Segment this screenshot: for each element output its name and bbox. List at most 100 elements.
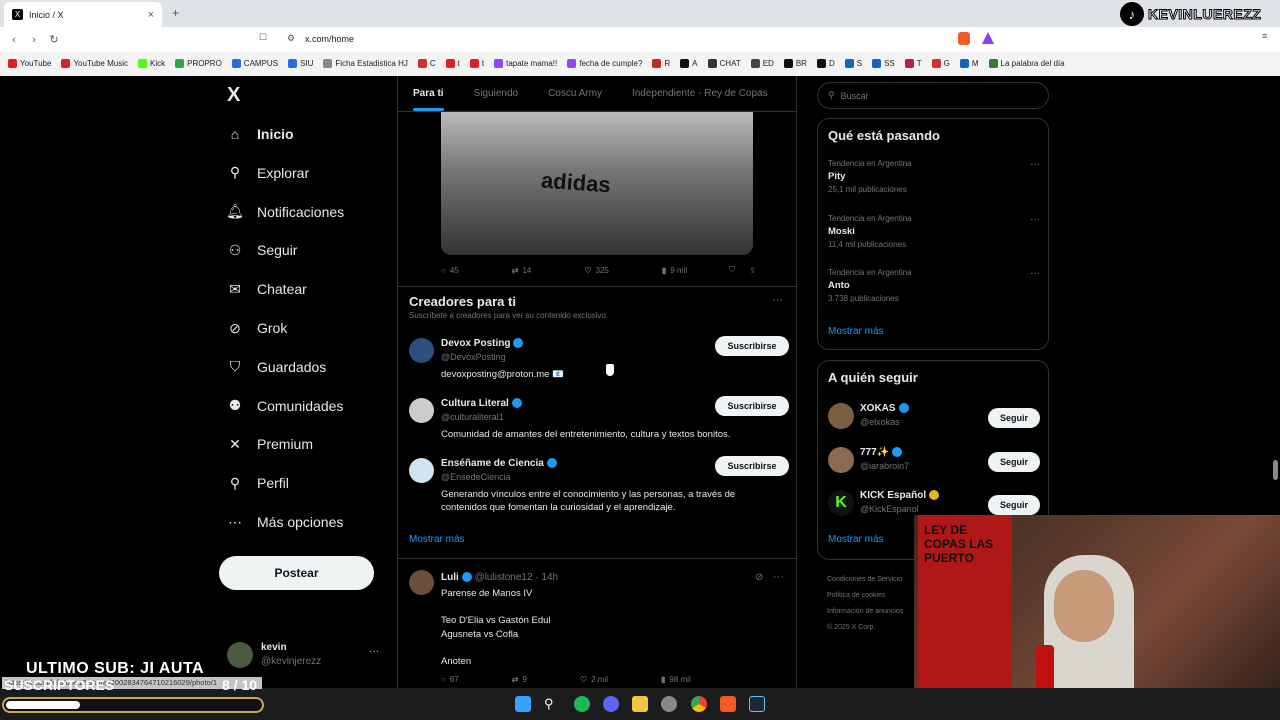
menu-icon[interactable]: ≡ xyxy=(1262,31,1267,41)
creator-name[interactable]: Devox Posting xyxy=(441,338,524,349)
follow-name[interactable]: KICK Español xyxy=(860,490,940,501)
nav-item-explorar[interactable]: ⚲ Explorar xyxy=(227,164,309,181)
tab-siguiendo[interactable]: Siguiendo xyxy=(474,88,518,99)
creator-item[interactable]: Cultura Literal @culturaliteral1 Comunidad… xyxy=(409,396,789,448)
trend-item[interactable]: Tendencia en Argentina Pity 25,1 mil publi… xyxy=(828,159,1040,194)
like-button[interactable]: ♡ 2 mil xyxy=(580,675,608,684)
scrollbar[interactable] xyxy=(1273,460,1278,480)
follow-button[interactable]: Seguir xyxy=(988,495,1040,515)
bookmark-item[interactable]: CHAT xyxy=(707,58,741,68)
bookmark-item[interactable]: CAMPUS xyxy=(231,58,278,68)
footer-link[interactable]: Condiciones de Servicio xyxy=(827,572,903,588)
bookmark-item[interactable]: D xyxy=(816,58,835,68)
nav-item-perfil[interactable]: ⚲ Perfil xyxy=(227,475,289,492)
bookmark-item[interactable]: S xyxy=(844,58,862,68)
folder-icon[interactable] xyxy=(632,696,648,712)
subscribe-button[interactable]: Suscribirse xyxy=(715,336,789,356)
bookmark-item[interactable]: A xyxy=(680,58,698,68)
subscribe-button[interactable]: Suscribirse xyxy=(715,396,789,416)
follow-button[interactable]: Seguir xyxy=(988,408,1040,428)
grok-icon[interactable]: ⊘ xyxy=(755,572,763,583)
bookmark-item[interactable]: fecha de cumple? xyxy=(567,58,642,68)
brave-icon[interactable] xyxy=(720,696,736,712)
tab-independiente[interactable]: Independiente - Rey de Copas xyxy=(632,88,768,99)
share-icon[interactable]: ⇪ xyxy=(749,265,756,275)
follow-show-more[interactable]: Mostrar más xyxy=(828,534,884,545)
nav-item-más-opciones[interactable]: ⋯ Más opciones xyxy=(227,514,343,531)
creator-name[interactable]: Enséñame de Ciencia xyxy=(441,458,557,469)
bookmark-page-icon[interactable]: ☐ xyxy=(259,32,267,43)
spotify-icon[interactable] xyxy=(574,696,590,712)
nav-item-guardados[interactable]: ⛉ Guardados xyxy=(227,358,327,375)
trend-item[interactable]: Tendencia en Argentina Moski 11,4 mil publ… xyxy=(828,214,1040,249)
views-button[interactable]: ▮ 9 mil xyxy=(662,265,687,275)
nav-item-comunidades[interactable]: ⚉ Comunidades xyxy=(227,397,344,414)
follow-button[interactable]: Seguir xyxy=(988,451,1040,472)
bookmark-item[interactable]: Ficha Estadistica HJ xyxy=(323,58,408,68)
follow-name[interactable]: XOKAS xyxy=(860,403,909,414)
forward-icon[interactable]: › xyxy=(24,34,44,46)
windows-start-icon[interactable] xyxy=(515,696,531,712)
bookmark-item[interactable]: PROPRO xyxy=(175,58,222,68)
back-icon[interactable]: ‹ xyxy=(4,34,24,46)
nav-item-grok[interactable]: ⊘ Grok xyxy=(227,320,287,337)
reply-button[interactable]: ○ 67 xyxy=(441,675,459,684)
trend-more-icon[interactable]: ··· xyxy=(1030,214,1040,225)
footer-link[interactable]: © 2025 X Corp. xyxy=(827,620,903,636)
bookmark-item[interactable]: T xyxy=(904,58,922,68)
site-info-icon[interactable]: ⚙ xyxy=(287,33,295,44)
search-icon[interactable]: ⚲ xyxy=(544,696,560,712)
follow-suggestion[interactable]: 777✨ @iarabroin7 Seguir xyxy=(828,446,1040,477)
subscribe-button[interactable]: Suscribirse xyxy=(715,456,789,476)
bookmark-item[interactable]: Kick xyxy=(138,58,165,68)
bookmark-item[interactable]: C xyxy=(417,58,436,68)
bookmark-item[interactable]: BR xyxy=(783,58,807,68)
browser-tab[interactable]: X Inicio / X × xyxy=(4,2,162,27)
reply-button[interactable]: ○ 45 xyxy=(441,265,459,275)
views-button[interactable]: ▮ 98 mil xyxy=(661,675,691,684)
bookmark-item[interactable]: YouTube Music xyxy=(61,58,128,68)
url-field[interactable]: x.com/home xyxy=(305,34,354,44)
repost-button[interactable]: ⇄ 9 xyxy=(512,675,527,684)
x-logo-icon[interactable]: X xyxy=(227,84,240,107)
trend-more-icon[interactable]: ··· xyxy=(1030,268,1040,279)
bookmark-item[interactable]: t xyxy=(445,58,460,68)
tab-coscu-army[interactable]: Coscu Army xyxy=(548,88,602,99)
settings-icon[interactable] xyxy=(661,696,677,712)
bookmark-item[interactable]: La palabra del día xyxy=(988,58,1065,68)
trend-more-icon[interactable]: ··· xyxy=(1030,159,1040,170)
tweet-image[interactable]: adidas xyxy=(441,112,753,255)
creator-name[interactable]: Cultura Literal xyxy=(441,398,522,409)
new-tab-button[interactable]: + xyxy=(172,6,179,20)
bookmark-item[interactable]: tapate mama!! xyxy=(494,58,557,68)
bookmark-item[interactable]: M xyxy=(959,58,979,68)
footer-link[interactable]: Información de anuncios xyxy=(827,604,903,620)
repost-button[interactable]: ⇄ 14 xyxy=(512,265,532,275)
nav-item-inicio[interactable]: ⌂ Inicio xyxy=(227,126,294,142)
bookmark-item[interactable]: t xyxy=(469,58,484,68)
creator-item[interactable]: Devox Posting @DevoxPosting devoxposting@p… xyxy=(409,336,789,388)
discord-icon[interactable] xyxy=(603,696,619,712)
nav-item-chatear[interactable]: ✉ Chatear xyxy=(227,281,307,298)
nav-item-notificaciones[interactable]: 🔔︎ Notificaciones xyxy=(226,203,344,220)
bookmark-item[interactable]: YouTube xyxy=(8,58,51,68)
search-input[interactable]: ⚲ Buscar xyxy=(817,82,1049,109)
follow-name[interactable]: 777✨ xyxy=(860,447,903,458)
trend-item[interactable]: Tendencia en Argentina Anto 3.738 publicac… xyxy=(828,268,1040,303)
creator-item[interactable]: Enséñame de Ciencia @EnsedeCiencia Generan… xyxy=(409,456,789,513)
brave-shield-icon[interactable] xyxy=(958,32,970,45)
like-button[interactable]: ♡ 325 xyxy=(584,265,609,275)
bookmark-item[interactable]: ED xyxy=(750,58,774,68)
bookmark-item[interactable]: SIU xyxy=(288,58,313,68)
trends-show-more[interactable]: Mostrar más xyxy=(828,326,884,337)
follow-suggestion[interactable]: XOKAS @elxokas Seguir xyxy=(828,403,1040,433)
bookmark-icon[interactable]: ⛉ xyxy=(729,265,735,275)
reload-icon[interactable]: ↻ xyxy=(44,33,64,46)
tweet-more-icon[interactable]: ··· xyxy=(773,571,784,583)
tweet-author[interactable]: Luli xyxy=(441,572,459,583)
bookmark-item[interactable]: R xyxy=(652,58,670,68)
steam-icon[interactable] xyxy=(749,696,765,712)
nav-item-seguir[interactable]: ⚇ Seguir xyxy=(227,242,298,259)
chrome-icon[interactable] xyxy=(691,696,707,712)
bookmark-item[interactable]: G xyxy=(931,58,950,68)
